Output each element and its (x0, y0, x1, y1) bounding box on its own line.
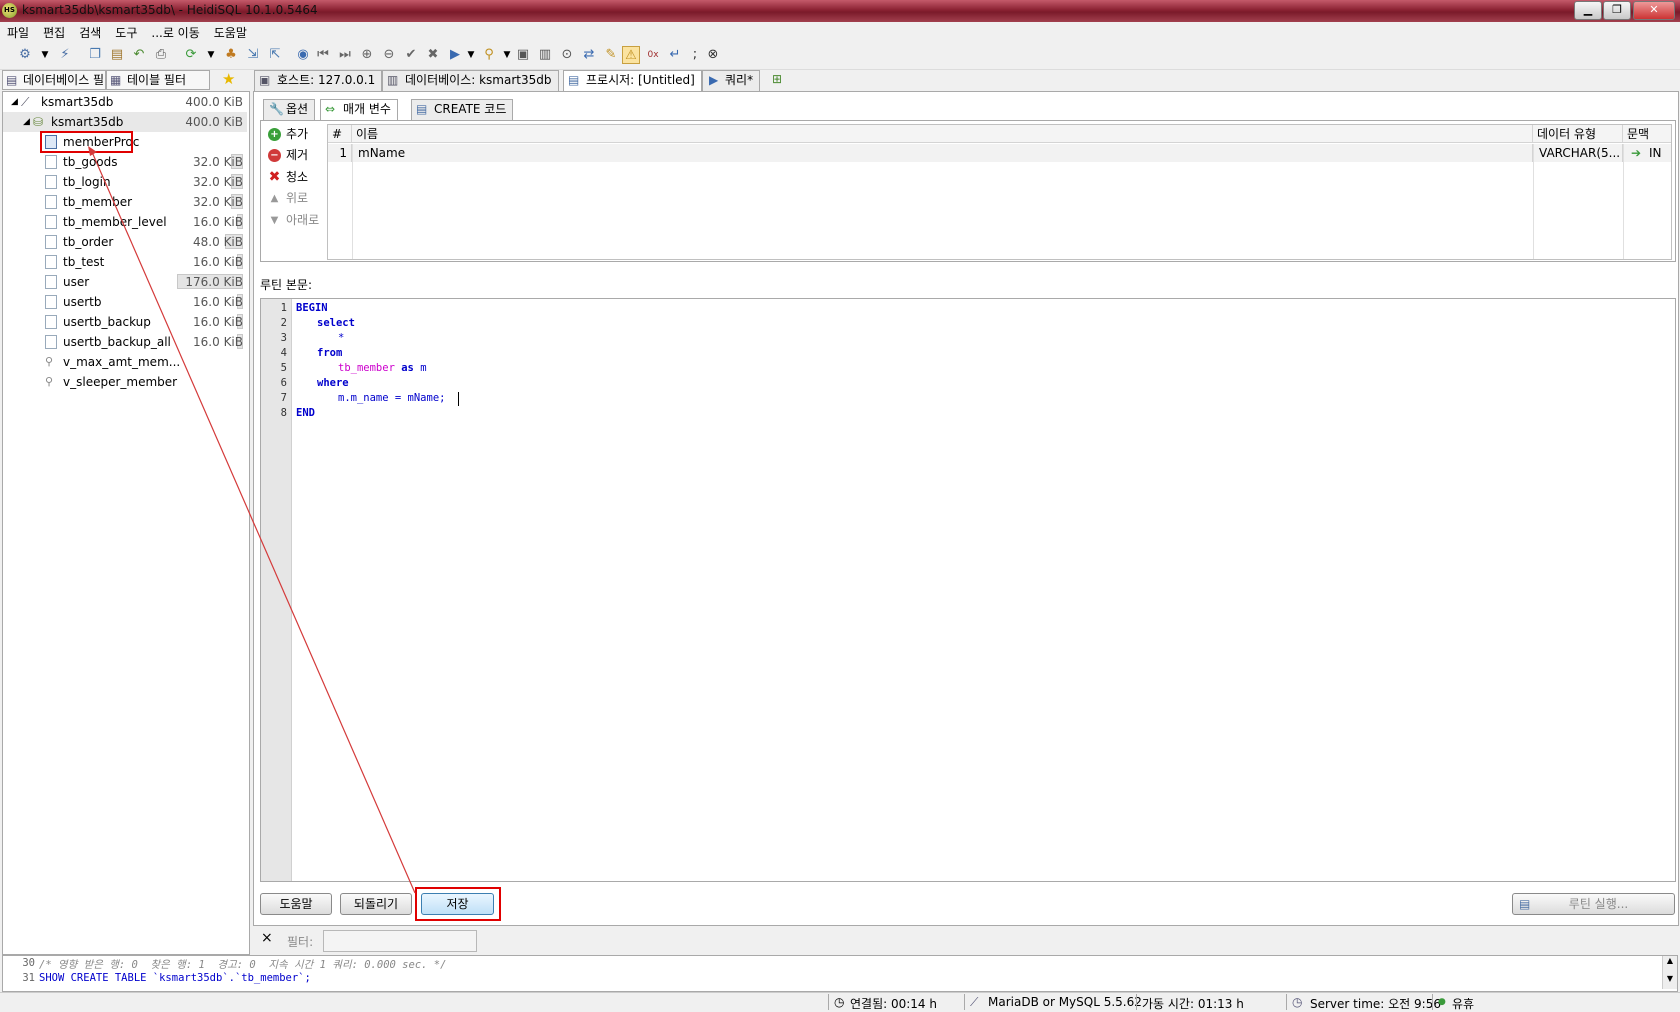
status-connected: 연결됨: 00:14 h (850, 997, 937, 1011)
tree-item-size: 16.0 KiB (193, 315, 243, 329)
status-bar: ◷ 연결됨: 00:14 h ⟋ MariaDB or MySQL 5.5.62… (0, 992, 1680, 1012)
clock-icon: ◷ (834, 995, 845, 1009)
annotation-arrow (88, 146, 416, 894)
status-server-time: Server time: 오전 9:56 (1310, 997, 1441, 1011)
close-filter-icon[interactable]: × (261, 930, 273, 946)
tree-item-size: 16.0 KiB (193, 255, 243, 269)
tree-item-size: 32.0 KiB (193, 195, 243, 209)
status-server-type: MariaDB or MySQL 5.5.62 (988, 995, 1142, 1009)
filter-row: × 필터: (253, 928, 1677, 952)
tree-item-size: 16.0 KiB (193, 295, 243, 309)
tree-item-size: 16.0 KiB (193, 215, 243, 229)
sql-log[interactable]: 30 /* 영향 받은 행: 0 찾은 행: 1 경고: 0 지속 시간 1 쿼… (2, 955, 1678, 992)
log-line-number: 31 (22, 972, 35, 984)
server-type-icon: ⟋ (970, 995, 979, 1009)
tree-item-size: 32.0 KiB (193, 155, 243, 169)
tree-item-size: 32.0 KiB (193, 175, 243, 189)
log-line-number: 30 (22, 957, 35, 969)
tree-item-size: 176.0 KiB (185, 275, 243, 289)
status-idle: 유휴 (1452, 997, 1475, 1011)
log-line-query: SHOW CREATE TABLE `ksmart35db`.`tb_membe… (39, 972, 311, 984)
log-line-comment: /* 영향 받은 행: 0 찾은 행: 1 경고: 0 지속 시간 1 쿼리: … (39, 959, 447, 971)
filter-input[interactable] (323, 930, 477, 952)
idle-dot-icon: ● (1438, 997, 1446, 1007)
server-time-icon: ◷ (1292, 995, 1303, 1009)
status-uptime: 가동 시간: 01:13 h (1142, 997, 1244, 1011)
log-scrollbar[interactable]: ▲ ▼ (1662, 956, 1677, 989)
filter-label: 필터: (287, 935, 314, 949)
tree-item-size: 48.0 KiB (193, 235, 243, 249)
tree-item-size: 16.0 KiB (193, 335, 243, 349)
